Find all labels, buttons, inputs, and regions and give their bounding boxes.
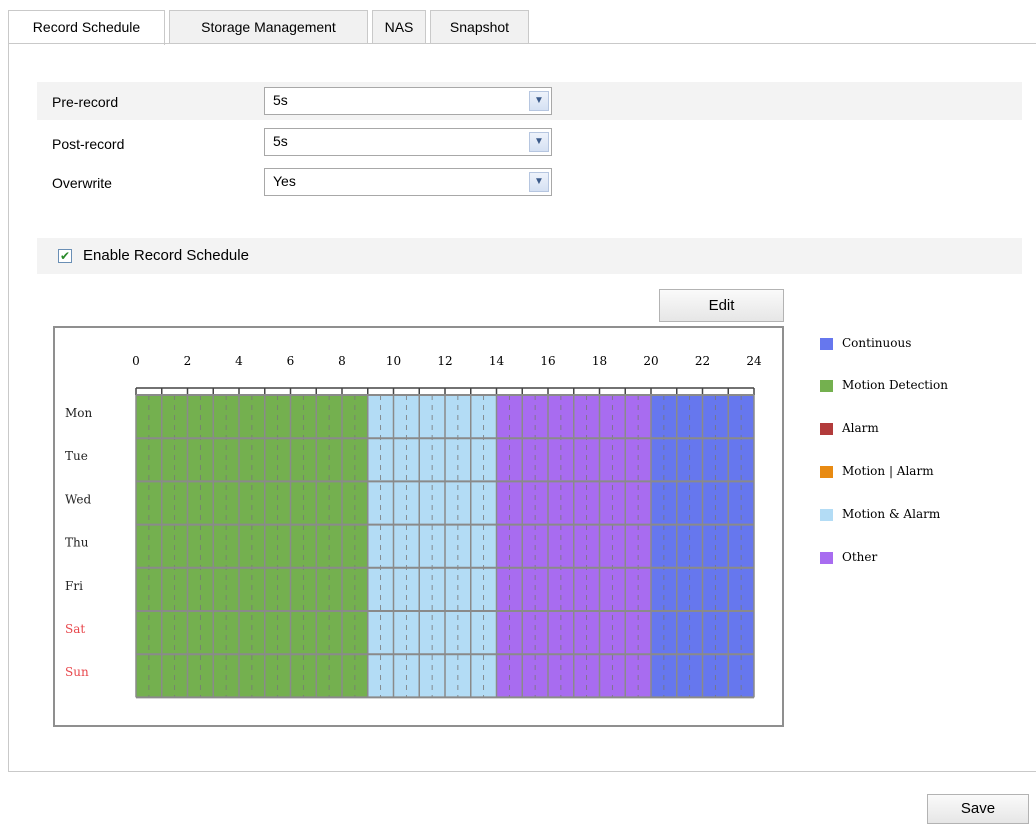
hour-label: 12 xyxy=(437,354,452,368)
hour-label: 20 xyxy=(643,354,658,368)
hour-label: 18 xyxy=(592,354,607,368)
hour-label: 4 xyxy=(235,354,243,368)
pre-record-label: Pre-record xyxy=(52,94,119,110)
overwrite-select[interactable]: Yes ▼ xyxy=(264,168,552,196)
day-label: Tue xyxy=(65,449,88,463)
chevron-down-icon[interactable]: ▼ xyxy=(529,172,549,192)
day-label: Wed xyxy=(65,492,91,506)
hour-label: 24 xyxy=(746,354,762,368)
tab-storage-management[interactable]: Storage Management xyxy=(169,10,368,43)
hour-label: 10 xyxy=(386,354,401,368)
hour-label: 6 xyxy=(287,354,295,368)
legend-swatch xyxy=(820,552,833,564)
pre-record-select[interactable]: 5s ▼ xyxy=(264,87,552,115)
save-button[interactable]: Save xyxy=(927,794,1029,824)
edit-button[interactable]: Edit xyxy=(659,289,784,322)
tab-snapshot[interactable]: Snapshot xyxy=(430,10,529,43)
chevron-down-icon[interactable]: ▼ xyxy=(529,91,549,111)
chevron-down-icon[interactable]: ▼ xyxy=(529,132,549,152)
legend-label: Motion Detection xyxy=(842,378,948,392)
day-label: Sun xyxy=(65,665,89,679)
schedule-grid[interactable]: 0 2 4 6 8 10 12 14 16 18 20 22 24MonTueWedThuFriSatS… xyxy=(55,328,782,725)
day-label: Sat xyxy=(65,622,85,636)
legend-label: Continuous xyxy=(842,336,912,350)
enable-schedule-label: Enable Record Schedule xyxy=(83,247,249,264)
day-label: Fri xyxy=(65,579,83,593)
enable-schedule-bar: ✔ Enable Record Schedule xyxy=(37,238,1022,274)
tab-record-schedule[interactable]: Record Schedule xyxy=(8,10,165,45)
pre-record-value: 5s xyxy=(273,92,288,108)
legend-label: Alarm xyxy=(842,421,879,435)
hour-label: 2 xyxy=(184,354,192,368)
overwrite-value: Yes xyxy=(273,173,296,189)
post-record-label: Post-record xyxy=(52,136,125,152)
hour-label: 16 xyxy=(540,354,555,368)
hour-label: 14 xyxy=(489,354,505,368)
enable-schedule-checkbox[interactable]: ✔ xyxy=(58,249,72,263)
legend-swatch xyxy=(820,423,833,435)
legend-swatch xyxy=(820,380,833,392)
schedule-box: 0 2 4 6 8 10 12 14 16 18 20 22 24 Mon Tue Wed Thu Fri Sat S… xyxy=(53,326,784,727)
hour-label: 0 xyxy=(132,354,140,368)
post-record-select[interactable]: 5s ▼ xyxy=(264,128,552,156)
overwrite-label: Overwrite xyxy=(52,175,112,191)
legend-label: Motion | Alarm xyxy=(842,464,934,478)
legend-label: Motion & Alarm xyxy=(842,507,941,521)
legend-label: Other xyxy=(842,550,878,564)
day-label: Mon xyxy=(65,406,93,420)
legend-swatch xyxy=(820,338,833,350)
legend-swatch xyxy=(820,509,833,521)
tab-nas[interactable]: NAS xyxy=(372,10,426,43)
hour-label: 22 xyxy=(695,354,710,368)
post-record-value: 5s xyxy=(273,133,288,149)
hour-label: 8 xyxy=(338,354,346,368)
legend-swatch xyxy=(820,466,833,478)
day-label: Thu xyxy=(65,536,89,550)
